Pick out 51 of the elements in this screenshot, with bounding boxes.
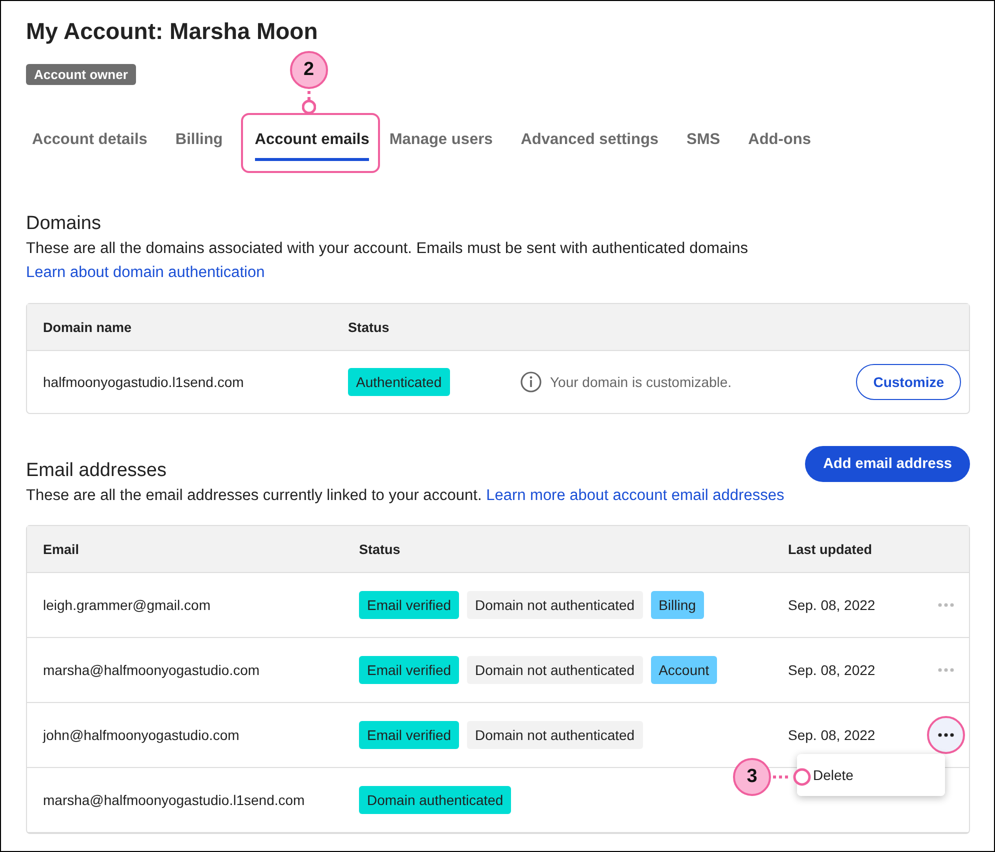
status-tag: Domain authenticated bbox=[359, 786, 512, 814]
info-text: Your domain is customizable. bbox=[550, 374, 732, 390]
table-cell-text: Sep. 08, 2022 bbox=[788, 597, 876, 613]
table-cell-text: marsha@halfmoonyogastudio.l1send.com bbox=[43, 792, 306, 808]
column-header: Status bbox=[348, 320, 390, 334]
column-header: Email bbox=[43, 542, 80, 556]
page-title: My Account: Marsha Moon bbox=[26, 17, 319, 46]
status-tag: Account bbox=[650, 656, 718, 684]
role-badge: Account owner bbox=[26, 64, 136, 85]
callout-number: 3 bbox=[733, 758, 771, 796]
learn-link[interactable]: Learn more about account email addresses bbox=[486, 487, 784, 504]
status-tag: Domain not authenticated bbox=[467, 721, 643, 749]
column-header: Status bbox=[359, 542, 402, 556]
table-cell-text: marsha@halfmoonyogastudio.com bbox=[43, 662, 261, 678]
tab[interactable]: Add-ons bbox=[742, 123, 825, 161]
add-email-button[interactable]: Add email address bbox=[805, 446, 970, 482]
menu-item[interactable]: Delete bbox=[797, 757, 945, 793]
customize-button[interactable]: Customize bbox=[856, 364, 961, 400]
table-cell-text: Sep. 08, 2022 bbox=[788, 727, 876, 743]
table-cell-text: halfmoonyogastudio.l1send.com bbox=[43, 374, 245, 390]
callout-number: 2 bbox=[290, 51, 328, 89]
tab[interactable]: Manage users bbox=[383, 123, 507, 161]
info-icon bbox=[520, 371, 542, 393]
table-cell-text: Sep. 08, 2022 bbox=[788, 662, 876, 678]
callout-connector bbox=[773, 767, 813, 787]
status-tag: Domain not authenticated bbox=[467, 656, 643, 684]
callout-connector bbox=[302, 91, 316, 115]
tab[interactable]: Account emails bbox=[254, 123, 370, 161]
learn-link[interactable]: Learn about domain authentication bbox=[26, 264, 265, 281]
section-description: These are all the domains associated with your account. Emails must be sent with authenticated domains Learn about domain authentication bbox=[26, 239, 749, 283]
status-tag: Email verified bbox=[359, 656, 460, 684]
more-icon bbox=[938, 603, 954, 607]
section-heading: Email addresses bbox=[26, 459, 168, 483]
section-heading: Domains bbox=[26, 212, 102, 236]
status-tag: Domain not authenticated bbox=[467, 591, 643, 619]
tab[interactable]: SMS bbox=[680, 123, 734, 161]
column-header: Last updated bbox=[788, 542, 874, 556]
table-cell-text: john@halfmoonyogastudio.com bbox=[43, 727, 240, 743]
more-icon bbox=[938, 733, 954, 737]
status-tag: Authenticated bbox=[348, 368, 450, 396]
more-button[interactable] bbox=[926, 716, 964, 754]
tab[interactable]: Billing bbox=[169, 123, 237, 161]
table-cell-text: leigh.grammer@gmail.com bbox=[43, 597, 212, 613]
status-tag: Billing bbox=[650, 591, 704, 619]
more-icon bbox=[938, 668, 954, 672]
section-description: These are all the email addresses currently linked to your account. Learn more about account email addresses bbox=[26, 486, 786, 506]
column-header: Domain name bbox=[43, 320, 133, 334]
status-tag: Email verified bbox=[359, 721, 460, 749]
status-tag: Email verified bbox=[359, 591, 460, 619]
tab[interactable]: Account details bbox=[26, 123, 162, 161]
tab[interactable]: Advanced settings bbox=[514, 123, 673, 161]
